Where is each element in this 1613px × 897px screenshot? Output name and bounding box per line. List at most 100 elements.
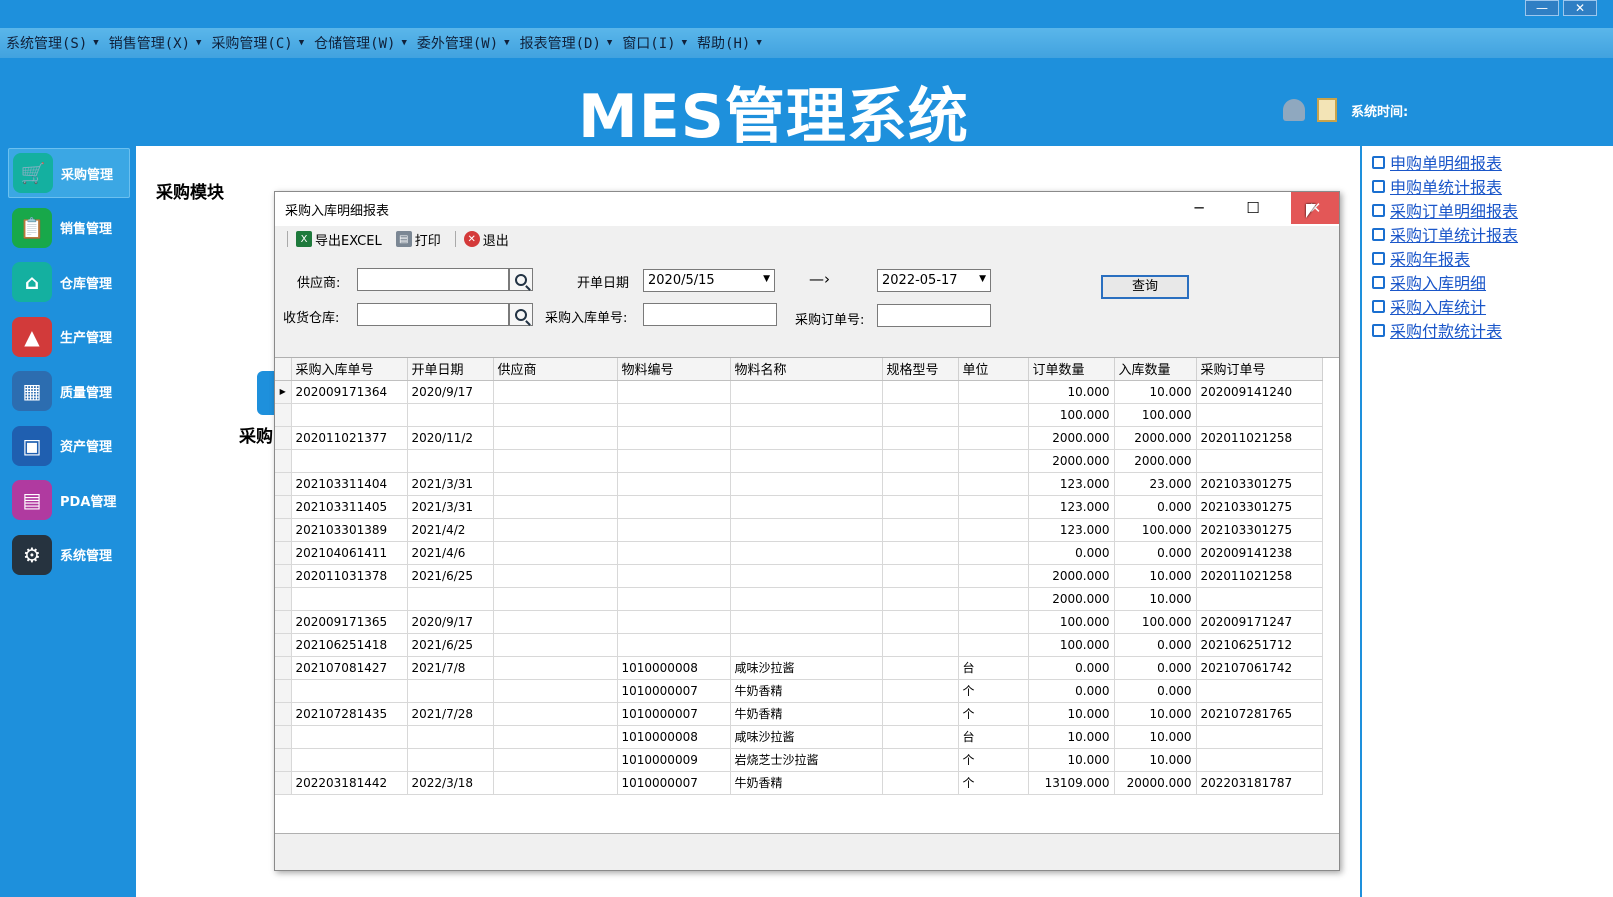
home-icon: ⌂ bbox=[12, 262, 52, 302]
table-row[interactable]: 202009171365 2020/9/17 100.000 100.000 20200… bbox=[275, 610, 1323, 634]
report-link[interactable]: 采购订单统计报表 bbox=[1362, 222, 1613, 246]
table-row[interactable]: 2000.000 2000.000 bbox=[275, 449, 1323, 473]
row-header[interactable] bbox=[275, 564, 292, 588]
menu-item[interactable]: 仓储管理(W) ▼ bbox=[314, 33, 407, 53]
row-header[interactable] bbox=[275, 449, 292, 473]
close-window-button[interactable]: ✕ bbox=[1563, 0, 1597, 16]
table-row[interactable]: 1010000009 岩烧芝士沙拉酱个 10.000 10.000 bbox=[275, 748, 1323, 772]
table-row[interactable]: 1010000008 咸味沙拉酱台 10.000 10.000 bbox=[275, 725, 1323, 749]
warehouse-input[interactable] bbox=[357, 303, 509, 326]
column-header[interactable]: 开单日期 bbox=[407, 358, 494, 381]
row-header[interactable] bbox=[275, 587, 292, 611]
row-header[interactable] bbox=[275, 725, 292, 749]
column-header[interactable]: 订单数量 bbox=[1028, 358, 1115, 381]
row-header[interactable] bbox=[275, 702, 292, 726]
column-header[interactable]: 采购订单号 bbox=[1196, 358, 1323, 381]
table-row[interactable]: 202203181442 2022/3/18 1010000007 牛奶香精 个 1310… bbox=[275, 771, 1323, 795]
report-link[interactable]: 采购入库明细 bbox=[1362, 270, 1613, 294]
row-header[interactable] bbox=[275, 426, 292, 450]
order-no-input[interactable] bbox=[877, 304, 991, 327]
menu-item[interactable]: 帮助(H) ▼ bbox=[697, 33, 762, 53]
row-header[interactable] bbox=[275, 679, 292, 703]
row-header[interactable] bbox=[275, 633, 292, 657]
row-header[interactable] bbox=[275, 771, 292, 795]
table-row[interactable]: 202011021377 2020/11/2 2000.000 2000.000 202… bbox=[275, 426, 1323, 450]
print-button[interactable]: ▤ 打印 bbox=[395, 230, 441, 249]
row-header[interactable] bbox=[275, 541, 292, 565]
sidebar-item[interactable]: ▤ PDA管理 bbox=[8, 475, 130, 525]
dialog-minimize-button[interactable]: ─ bbox=[1175, 192, 1223, 224]
warehouse-search-icon[interactable] bbox=[509, 303, 533, 326]
table-cell: 100.000 bbox=[1028, 633, 1115, 657]
sidebar-item[interactable]: ⌂ 仓库管理 bbox=[8, 257, 130, 307]
bell-icon[interactable] bbox=[1283, 99, 1305, 121]
date-from-picker[interactable]: 2020/5/15 ▼ bbox=[643, 269, 775, 292]
report-link[interactable]: 采购订单明细报表 bbox=[1362, 198, 1613, 222]
table-row[interactable]: 202103311404 2021/3/31 123.000 23.000 202103… bbox=[275, 472, 1323, 496]
notepad-icon[interactable] bbox=[1317, 98, 1337, 122]
table-cell: 0.000 bbox=[1028, 541, 1115, 565]
row-header[interactable]: ▶ bbox=[275, 380, 292, 404]
row-header[interactable] bbox=[275, 748, 292, 772]
column-header[interactable]: 规格型号 bbox=[882, 358, 959, 381]
column-header[interactable]: 物料名称 bbox=[730, 358, 883, 381]
menu-item[interactable]: 销售管理(X) ▼ bbox=[109, 33, 202, 53]
report-link[interactable]: 采购年报表 bbox=[1362, 246, 1613, 270]
chevron-down-icon[interactable]: ▼ bbox=[979, 274, 986, 284]
table-row[interactable]: 202011031378 2021/6/25 2000.000 10.000 20201… bbox=[275, 564, 1323, 588]
report-link[interactable]: 采购入库统计 bbox=[1362, 294, 1613, 318]
column-header[interactable]: 物料编号 bbox=[617, 358, 731, 381]
sidebar-item[interactable]: ▣ 资产管理 bbox=[8, 421, 130, 471]
table-row[interactable]: 100.000 100.000 bbox=[275, 403, 1323, 427]
dialog-titlebar[interactable]: 采购入库明细报表 ─ ☐ ✕ bbox=[275, 192, 1339, 226]
table-row[interactable]: 2000.000 10.000 bbox=[275, 587, 1323, 611]
row-header[interactable] bbox=[275, 656, 292, 680]
dialog-maximize-button[interactable]: ☐ bbox=[1229, 192, 1277, 224]
table-cell bbox=[882, 771, 959, 795]
table-row[interactable]: 1010000007 牛奶香精个 0.000 0.000 bbox=[275, 679, 1323, 703]
menu-item[interactable]: 采购管理(C) ▼ bbox=[211, 33, 304, 53]
menu-item[interactable]: 系统管理(S) ▼ bbox=[6, 33, 99, 53]
row-header[interactable] bbox=[275, 495, 292, 519]
table-row[interactable]: 202106251418 2021/6/25 100.000 0.000 2021062… bbox=[275, 633, 1323, 657]
column-header[interactable]: 供应商 bbox=[493, 358, 618, 381]
sidebar-item[interactable]: 📋 销售管理 bbox=[8, 203, 130, 253]
row-header[interactable] bbox=[275, 610, 292, 634]
export-excel-button[interactable]: X 导出EXCEL bbox=[296, 230, 382, 249]
report-grid[interactable]: 采购入库单号 开单日期 供应商 物料编号 物料名称 规格型号 单位 订单数量 入库数量 采购订单号… bbox=[275, 357, 1339, 834]
supplier-search-icon[interactable] bbox=[509, 268, 533, 291]
report-link[interactable]: 申购单统计报表 bbox=[1362, 174, 1613, 198]
date-to-picker[interactable]: 2022-05-17 ▼ bbox=[877, 269, 991, 292]
table-cell bbox=[493, 449, 618, 473]
report-link[interactable]: 申购单明细报表 bbox=[1362, 150, 1613, 174]
column-header[interactable]: 单位 bbox=[958, 358, 1029, 381]
exit-button[interactable]: ✕ 退出 bbox=[463, 230, 509, 249]
table-row[interactable]: 202103301389 2021/4/2 123.000 100.000 202103… bbox=[275, 518, 1323, 542]
sidebar-item[interactable]: ▦ 质量管理 bbox=[8, 366, 130, 416]
supplier-label: 供应商: bbox=[297, 276, 341, 291]
menu-item[interactable]: 报表管理(D) ▼ bbox=[520, 33, 613, 53]
report-link[interactable]: 采购付款统计表 bbox=[1362, 318, 1613, 342]
query-button[interactable]: 查询 bbox=[1101, 275, 1189, 299]
table-row[interactable]: 202107081427 2021/7/8 1010000008 咸味沙拉酱台 0.00… bbox=[275, 656, 1323, 680]
minimize-window-button[interactable]: — bbox=[1525, 0, 1559, 16]
table-cell bbox=[958, 472, 1029, 496]
column-header[interactable]: 采购入库单号 bbox=[291, 358, 408, 381]
receipt-no-input[interactable] bbox=[643, 303, 777, 326]
menu-item[interactable]: 委外管理(W) ▼ bbox=[417, 33, 510, 53]
table-row[interactable]: 202107281435 2021/7/28 1010000007 牛奶香精个 10.0… bbox=[275, 702, 1323, 726]
chevron-down-icon[interactable]: ▼ bbox=[763, 274, 770, 284]
row-header[interactable] bbox=[275, 403, 292, 427]
table-row[interactable]: ▶ 202009171364 2020/9/17 10.000 10.000 202009… bbox=[275, 380, 1323, 404]
sidebar-item[interactable]: ▲ 生产管理 bbox=[8, 312, 130, 362]
column-header[interactable]: 入库数量 bbox=[1114, 358, 1197, 381]
sidebar-item[interactable]: ⚙ 系统管理 bbox=[8, 530, 130, 580]
row-header[interactable] bbox=[275, 472, 292, 496]
menu-item[interactable]: 窗口(I) ▼ bbox=[622, 33, 687, 53]
row-header[interactable] bbox=[275, 518, 292, 542]
table-row[interactable]: 202104061411 2021/4/6 0.000 0.000 2020091412… bbox=[275, 541, 1323, 565]
table-row[interactable]: 202103311405 2021/3/31 123.000 0.000 2021033… bbox=[275, 495, 1323, 519]
menu-item-label: 报表管理(D) bbox=[519, 36, 601, 52]
sidebar-item[interactable]: 🛒 采购管理 bbox=[8, 148, 130, 198]
supplier-input[interactable] bbox=[357, 268, 509, 291]
